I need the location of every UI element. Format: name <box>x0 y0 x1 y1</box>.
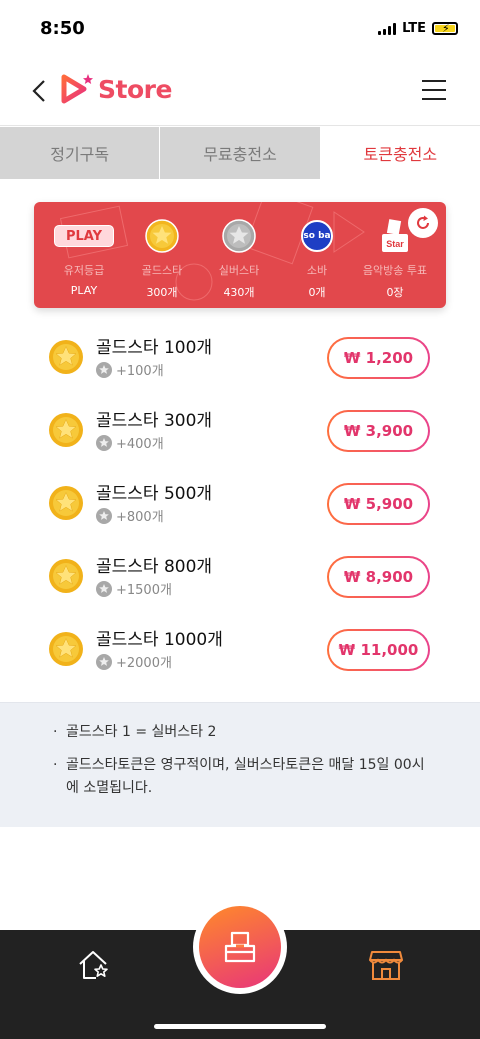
price-label: ₩ 8,900 <box>329 558 428 596</box>
notice-text: 골드스타 1 = 실버스타 2 <box>66 724 217 740</box>
menu-button[interactable] <box>422 80 446 100</box>
product-item: 골드스타 500개 +800개 ₩ 5,900 <box>0 469 480 541</box>
silver-star-icon <box>96 507 112 524</box>
product-item: 골드스타 300개 +400개 ₩ 3,900 <box>0 396 480 468</box>
brand-name: Store <box>98 74 172 104</box>
token-silver-star: 실버스타 430개 <box>194 218 284 300</box>
product-bonus: +2000개 <box>96 652 172 671</box>
ballot-box-icon <box>224 931 256 963</box>
product-item: 골드스타 1000개 +2000개 ₩ 11,000 <box>0 615 480 687</box>
battery-icon: ⚡ <box>432 22 458 35</box>
price-label: ₩ 11,000 <box>329 631 428 669</box>
token-label: 음악방송 투표 <box>362 264 428 277</box>
tab-subscription[interactable]: 정기구독 <box>0 127 161 179</box>
center-action-ring <box>193 900 287 994</box>
silver-star-icon <box>96 653 112 670</box>
token-value: 0개 <box>308 286 326 299</box>
silver-star-icon <box>96 434 112 451</box>
product-item: 골드스타 800개 +1500개 ₩ 8,900 <box>0 542 480 614</box>
price-button[interactable]: ₩ 3,900 <box>327 410 430 452</box>
price-button[interactable]: ₩ 11,000 <box>327 629 430 671</box>
network-label: LTE <box>402 21 426 36</box>
svg-text:Star: Star <box>386 239 404 249</box>
home-indicator <box>154 1024 326 1029</box>
bonus-amount: +400개 <box>116 437 164 452</box>
bonus-amount: +800개 <box>116 510 164 525</box>
product-bonus: +800개 <box>96 506 164 525</box>
notice-section: · 골드스타 1 = 실버스타 2 · 골드스타토큰은 영구적이며, 실버스타토… <box>0 702 480 827</box>
nav-home-button[interactable] <box>76 948 110 982</box>
gold-star-coin-icon <box>49 632 83 666</box>
gold-star-coin-icon <box>49 559 83 593</box>
status-bar: 8:50 LTE ⚡ <box>0 0 480 58</box>
signal-icon <box>378 22 397 35</box>
gold-star-coin-icon <box>49 340 83 374</box>
tab-free-charge[interactable]: 무료충전소 <box>160 127 321 179</box>
store-icon <box>369 951 403 980</box>
notice-item: · 골드스타 1 = 실버스타 2 <box>53 721 434 744</box>
gold-star-coin-icon <box>49 413 83 447</box>
token-user-grade: PLAY 유저등급 PLAY <box>39 218 129 297</box>
token-label: 유저등급 <box>63 264 105 277</box>
price-label: ₩ 3,900 <box>329 412 428 450</box>
product-bonus: +100개 <box>96 360 164 379</box>
bonus-amount: +100개 <box>116 364 164 379</box>
silver-star-coin-icon <box>222 219 256 253</box>
price-label: ₩ 5,900 <box>329 485 428 523</box>
product-bonus: +1500개 <box>96 579 172 598</box>
chevron-left-icon <box>32 80 45 102</box>
play-badge-icon: PLAY <box>54 225 114 247</box>
soba-icon: so ba <box>301 220 333 252</box>
token-label: 소바 <box>306 264 328 277</box>
center-action-button[interactable] <box>199 906 281 988</box>
silver-star-icon <box>96 580 112 597</box>
music-vote-icon: Star <box>382 219 408 252</box>
gold-star-coin-icon <box>145 219 179 253</box>
silver-star-icon <box>96 361 112 378</box>
play-logo-icon <box>61 74 93 104</box>
token-value: PLAY <box>70 284 98 297</box>
bonus-amount: +2000개 <box>116 656 172 671</box>
notice-item: · 골드스타토큰은 영구적이며, 실버스타토큰은 매달 15일 00시에 소멸됩… <box>53 754 434 800</box>
status-time: 8:50 <box>40 18 85 39</box>
bonus-amount: +1500개 <box>116 583 172 598</box>
product-name: 골드스타 800개 <box>96 557 213 577</box>
product-name: 골드스타 100개 <box>96 338 213 358</box>
price-label: ₩ 1,200 <box>329 339 428 377</box>
hamburger-icon <box>422 80 446 82</box>
home-star-icon <box>79 951 108 979</box>
notice-text: 골드스타토큰은 영구적이며, 실버스타토큰은 매달 15일 00시에 소멸됩니다… <box>66 757 425 796</box>
tab-token-charge[interactable]: 토큰충전소 <box>320 127 480 179</box>
product-bonus: +400개 <box>96 433 164 452</box>
token-label: 실버스타 <box>218 264 260 277</box>
product-name: 골드스타 500개 <box>96 484 213 504</box>
price-button[interactable]: ₩ 1,200 <box>327 337 430 379</box>
product-name: 골드스타 300개 <box>96 411 213 431</box>
app-header: Store <box>0 58 480 126</box>
token-music-vote: Star 음악방송 투표 0장 <box>350 218 440 300</box>
token-value: 430개 <box>223 286 255 299</box>
token-soba: so ba 소바 0개 <box>272 218 362 300</box>
token-value: 0장 <box>386 286 404 299</box>
nav-store-button[interactable] <box>368 948 404 982</box>
product-item: 골드스타 100개 +100개 ₩ 1,200 <box>0 323 480 395</box>
price-button[interactable]: ₩ 8,900 <box>327 556 430 598</box>
token-balance-card: PLAY 유저등급 PLAY 골드스타 300개 실버스타 430개 so ba… <box>34 202 446 308</box>
status-indicators: LTE ⚡ <box>378 21 458 36</box>
product-name: 골드스타 1000개 <box>96 630 223 650</box>
price-button[interactable]: ₩ 5,900 <box>327 483 430 525</box>
gold-star-coin-icon <box>49 486 83 520</box>
store-logo[interactable]: Store <box>60 72 172 106</box>
back-button[interactable] <box>28 78 52 104</box>
store-tabs: 정기구독 무료충전소 토큰충전소 <box>0 127 480 179</box>
